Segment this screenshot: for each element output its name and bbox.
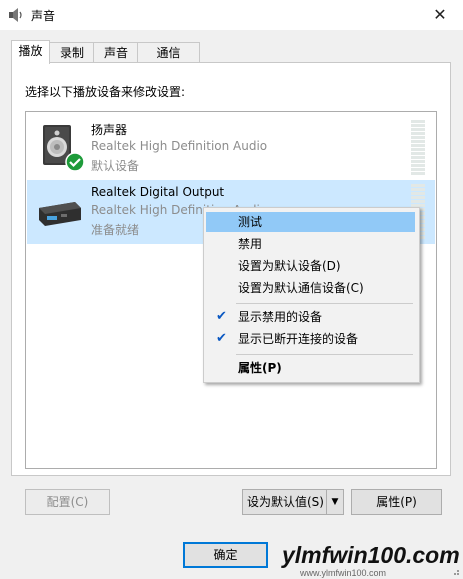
- title-bar: 声音 ✕: [0, 0, 463, 30]
- watermark-text: ylmfwin100.com: [282, 542, 460, 568]
- tab-label: 声音: [103, 46, 128, 60]
- menu-separator: [236, 354, 413, 355]
- menu-separator: [236, 303, 413, 304]
- device-name: Realtek Digital Output: [91, 185, 225, 199]
- set-default-label: 设为默认值(S): [247, 495, 324, 509]
- menu-item-show-disabled[interactable]: ✔ 显示禁用的设备: [206, 307, 415, 327]
- window-title: 声音: [31, 9, 56, 23]
- menu-item-set-default-comm-device[interactable]: 设置为默认通信设备(C): [206, 278, 415, 298]
- chevron-down-icon[interactable]: ▼: [326, 490, 343, 514]
- device-row-speakers[interactable]: 扬声器 Realtek High Definition Audio 默认设备: [27, 116, 435, 180]
- speaker-app-icon: [9, 8, 22, 22]
- menu-item-label: 属性(P): [238, 361, 282, 375]
- instruction-text: 选择以下播放设备来修改设置:: [25, 85, 186, 99]
- tab-communications[interactable]: 通信: [137, 42, 200, 63]
- tab-label: 播放: [18, 44, 43, 58]
- tab-sounds[interactable]: 声音: [93, 42, 139, 63]
- tab-label: 通信: [156, 46, 181, 60]
- menu-item-disable[interactable]: 禁用: [206, 234, 415, 254]
- checkmark-icon: ✔: [216, 309, 227, 324]
- menu-item-set-default-device[interactable]: 设置为默认设备(D): [206, 256, 415, 276]
- menu-item-label: 设置为默认设备(D): [238, 259, 341, 273]
- menu-item-label: 显示禁用的设备: [238, 310, 323, 324]
- context-menu: 测试 禁用 设置为默认设备(D) 设置为默认通信设备(C) ✔ 显示禁用的设备 …: [203, 207, 420, 383]
- device-status: 准备就绪: [91, 223, 140, 237]
- digital-output-icon: [39, 202, 81, 226]
- tab-recording[interactable]: 录制: [49, 42, 95, 63]
- configure-button[interactable]: 配置(C): [25, 489, 110, 515]
- volume-meter: [411, 120, 425, 176]
- menu-item-label: 测试: [238, 215, 263, 229]
- close-icon: ✕: [433, 5, 447, 24]
- set-default-button[interactable]: 设为默认值(S) ▼: [242, 489, 344, 515]
- tab-label: 录制: [59, 46, 84, 60]
- menu-item-label: 显示已断开连接的设备: [238, 332, 359, 346]
- watermark-subtext: www.ylmfwin100.com: [300, 568, 387, 578]
- properties-button[interactable]: 属性(P): [351, 489, 442, 515]
- ok-button[interactable]: 确定: [183, 542, 268, 568]
- menu-item-test[interactable]: 测试: [206, 212, 415, 232]
- close-button[interactable]: ✕: [417, 0, 463, 30]
- menu-item-properties[interactable]: 属性(P): [206, 358, 415, 378]
- device-name: 扬声器: [91, 123, 128, 137]
- menu-item-label: 禁用: [238, 237, 263, 251]
- device-status: 默认设备: [91, 159, 140, 173]
- checkmark-icon: ✔: [216, 331, 227, 346]
- check-badge-icon: [65, 152, 85, 172]
- watermark: ylmfwin100.com www.ylmfwin100.com: [272, 534, 463, 579]
- menu-item-show-disconnected[interactable]: ✔ 显示已断开连接的设备: [206, 329, 415, 349]
- device-driver: Realtek High Definition Audio: [91, 139, 268, 153]
- tab-playback[interactable]: 播放: [11, 40, 50, 64]
- menu-item-label: 设置为默认通信设备(C): [238, 281, 364, 295]
